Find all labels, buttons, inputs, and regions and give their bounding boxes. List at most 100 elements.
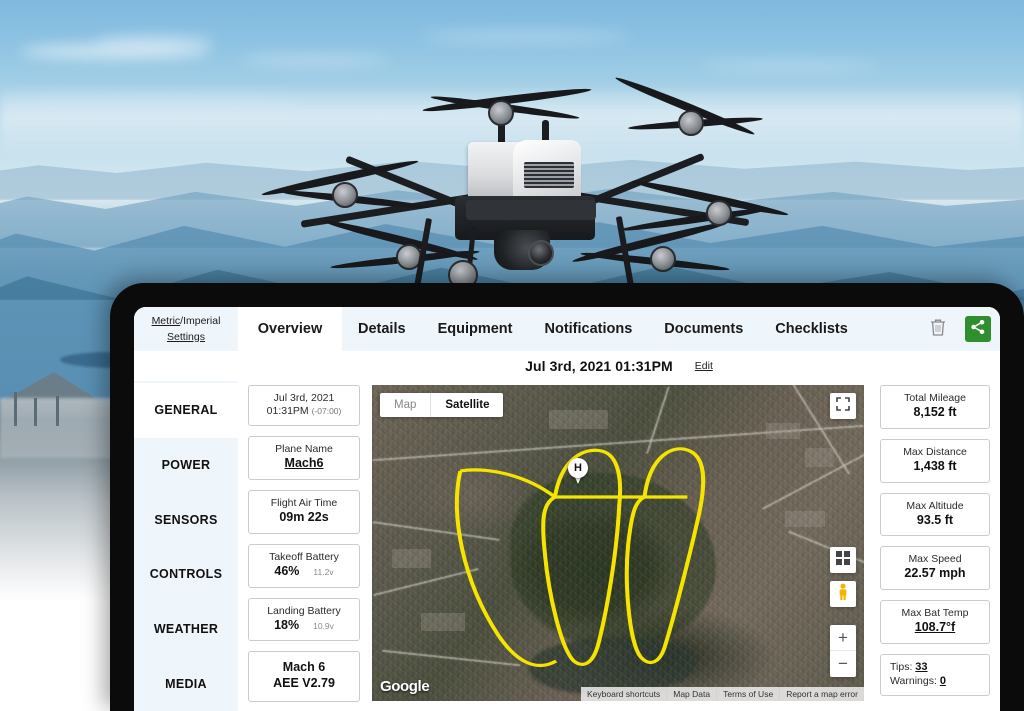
record-title-row: Jul 3rd, 2021 01:31PM Edit [134,351,1000,381]
zoom-in-button[interactable]: + [830,625,856,651]
motor [678,110,704,136]
sidebar-item-controls[interactable]: CONTROLS [134,547,238,602]
edit-link[interactable]: Edit [695,360,713,372]
map-data-link[interactable]: Map Data [666,687,716,701]
card-max-distance[interactable]: Max Distance 1,438 ft [880,438,990,483]
units-settings-box[interactable]: Metric/Imperial Settings [134,307,238,351]
sidebar-item-weather[interactable]: WEATHER [134,602,238,657]
street-view-button[interactable] [830,581,856,607]
sidebar-item-sensors[interactable]: SENSORS [134,492,238,547]
cloud [420,30,630,43]
tips-row: Tips: 33 [890,661,983,675]
tab-details[interactable]: Details [342,307,422,351]
landing-battery-label: Landing Battery [267,604,341,617]
drone-vent-grille [524,162,574,188]
max-distance-value: 1,438 ft [913,458,957,473]
flight-path [454,447,706,667]
landing-battery-voltage: 10.9v [313,620,334,631]
max-distance-label: Max Distance [903,445,967,458]
takeoff-battery-voltage: 11.2v [313,566,334,577]
delete-button[interactable] [920,307,956,351]
plane-name-value: Mach6 [284,456,324,471]
metric-link[interactable]: Metric [152,315,181,327]
left-stats-column: Jul 3rd, 2021 01:31PM (-07:00) Plane Nam… [238,381,370,711]
map-type-map[interactable]: Map [380,393,430,417]
tablet-screen: Metric/Imperial Settings Overview Detail… [134,307,1000,711]
fullscreen-button[interactable] [830,393,856,419]
card-total-mileage[interactable]: Total Mileage 8,152 ft [880,385,990,429]
share-icon [970,319,986,340]
map-panel: H Map Satellite + − Google Keyboard shor… [370,381,868,711]
datetime-time-row: 01:31PM (-07:00) [255,405,353,418]
zoom-out-button[interactable]: − [830,651,856,677]
card-max-bat-temp[interactable]: Max Bat Temp 108.7°f [880,600,990,644]
keyboard-shortcuts-link[interactable]: Keyboard shortcuts [581,687,666,701]
card-tips-warnings[interactable]: Tips: 33 Warnings: 0 [880,653,990,697]
air-time-label: Flight Air Time [270,497,338,509]
right-stats-column: Total Mileage 8,152 ft Max Distance 1,43… [868,381,1000,711]
datetime-time: 01:31PM [266,405,309,418]
total-mileage-label: Total Mileage [904,392,966,404]
camera-lens [528,240,554,266]
takeoff-battery-percent: 46% [274,563,300,578]
tablet-device: Metric/Imperial Settings Overview Detail… [110,283,1024,711]
unit-toggle-row: Metric/Imperial [152,315,221,327]
max-speed-value: 22.57 mph [904,566,966,581]
max-altitude-label: Max Altitude [906,499,964,512]
takeoff-battery-label: Takeoff Battery [269,550,339,563]
tab-bar: Metric/Imperial Settings Overview Detail… [134,307,1000,351]
cloud [95,36,215,48]
tips-value[interactable]: 33 [915,661,927,673]
fullscreen-icon [836,396,850,416]
map-tiles-button[interactable] [830,547,856,573]
warnings-value[interactable]: 0 [940,675,946,687]
card-plane-name[interactable]: Plane Name Mach6 [248,436,360,480]
motor [650,246,676,272]
card-flight-air-time[interactable]: Flight Air Time 09m 22s [248,490,360,534]
map-tiles-icon [835,550,851,571]
tab-documents[interactable]: Documents [648,307,760,351]
max-speed-label: Max Speed [908,553,962,566]
map-type-toggle: Map Satellite [380,393,504,417]
share-button[interactable] [956,307,1000,351]
max-bat-temp-value: 108.7°f [914,620,956,635]
landing-battery-percent: 18% [274,617,300,632]
takeoff-battery-values: 46% 11.2v [255,564,353,580]
cloud [240,55,390,65]
home-marker[interactable]: H [568,458,588,484]
street-view-pegman-icon [836,583,850,606]
tab-notifications[interactable]: Notifications [528,307,649,351]
page-title: Jul 3rd, 2021 01:31PM [525,358,673,374]
tips-label: Tips: [890,660,913,673]
model-name: Mach 6 [282,660,326,675]
card-landing-battery[interactable]: Landing Battery 18% 10.9v [248,597,360,642]
plane-name-label: Plane Name [275,443,333,456]
datetime-timezone: (-07:00) [311,406,342,417]
map-type-satellite[interactable]: Satellite [430,393,503,417]
tab-overview[interactable]: Overview [238,307,342,351]
google-logo: Google [380,678,430,695]
warnings-label: Warnings: [890,674,937,687]
model-firmware: AEE V2.79 [273,675,335,690]
flight-map[interactable]: H Map Satellite + − Google Keyboard shor… [372,385,864,701]
map-attribution-footer: Keyboard shortcuts Map Data Terms of Use… [581,687,864,701]
card-model[interactable]: Mach 6 AEE V2.79 [248,651,360,702]
trash-icon [929,317,947,342]
settings-link[interactable]: Settings [167,331,205,343]
tab-bar-spacer [863,307,920,351]
share-button-surface [965,316,991,342]
air-time-value: 09m 22s [279,510,329,525]
tab-checklists[interactable]: Checklists [759,307,864,351]
card-takeoff-battery[interactable]: Takeoff Battery 46% 11.2v [248,543,360,588]
imperial-link[interactable]: Imperial [183,315,220,327]
report-map-error-link[interactable]: Report a map error [779,687,864,701]
card-max-altitude[interactable]: Max Altitude 93.5 ft [880,492,990,537]
card-datetime[interactable]: Jul 3rd, 2021 01:31PM (-07:00) [248,385,360,427]
card-max-speed[interactable]: Max Speed 22.57 mph [880,546,990,590]
terms-of-use-link[interactable]: Terms of Use [716,687,779,701]
sidebar-item-general[interactable]: GENERAL [134,383,238,438]
sidebar-item-media[interactable]: MEDIA [134,656,238,711]
tab-equipment[interactable]: Equipment [421,307,529,351]
hexacopter-drone [260,74,790,298]
sidebar-item-power[interactable]: POWER [134,438,238,493]
